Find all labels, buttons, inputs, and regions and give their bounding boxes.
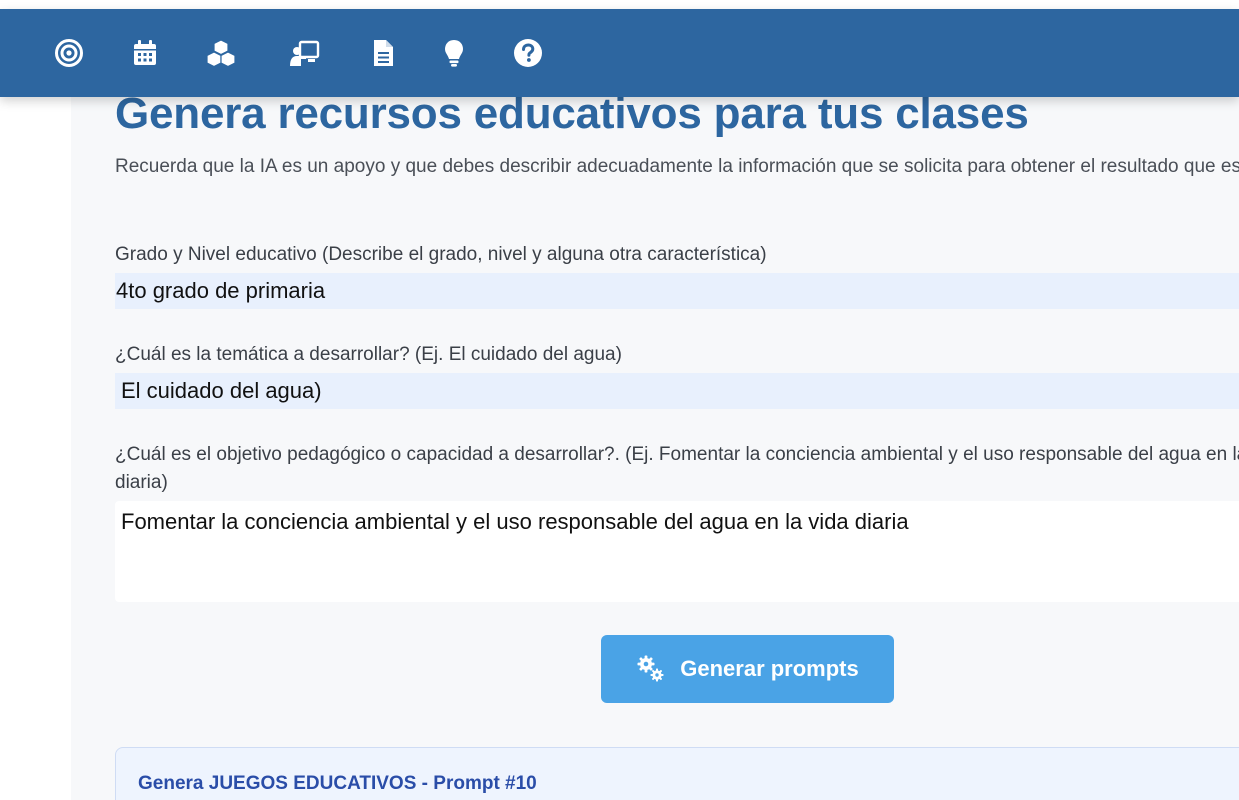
page-title: Genera recursos educativos para tus clas… [115,97,1029,138]
main-content: Genera recursos educativos para tus clas… [71,97,1239,800]
generate-prompts-label: Generar prompts [680,656,859,681]
page-subtitle: Recuerda que la IA es un apoyo y que deb… [115,156,1239,177]
target-icon[interactable] [53,37,85,69]
teacher-board-icon[interactable] [289,37,321,69]
topic-label: ¿Cuál es la temática a desarrollar? (Ej.… [115,344,622,365]
help-icon[interactable] [512,37,544,69]
window-top-strip [0,0,1239,9]
objective-label: ¿Cuál es el objetivo pedagógico o capaci… [115,444,1239,493]
gears-icon [636,654,666,684]
cubes-icon[interactable] [205,37,237,69]
grade-input[interactable]: 4to grado de primaria [115,273,1239,309]
grade-label: Grado y Nivel educativo (Describe el gra… [115,244,767,265]
calendar-icon[interactable] [129,37,161,69]
generate-prompts-button[interactable]: Generar prompts [601,635,894,703]
lightbulb-icon[interactable] [438,37,470,69]
prompt-result-card: Genera JUEGOS EDUCATIVOS - Prompt #10 [115,747,1239,800]
prompt-card-title: Genera JUEGOS EDUCATIVOS - Prompt #10 [138,773,537,794]
topic-input[interactable]: El cuidado del agua) [115,373,1239,409]
top-navbar [0,9,1239,97]
document-icon[interactable] [367,37,399,69]
objective-textarea[interactable]: Fomentar la conciencia ambiental y el us… [115,501,1239,602]
